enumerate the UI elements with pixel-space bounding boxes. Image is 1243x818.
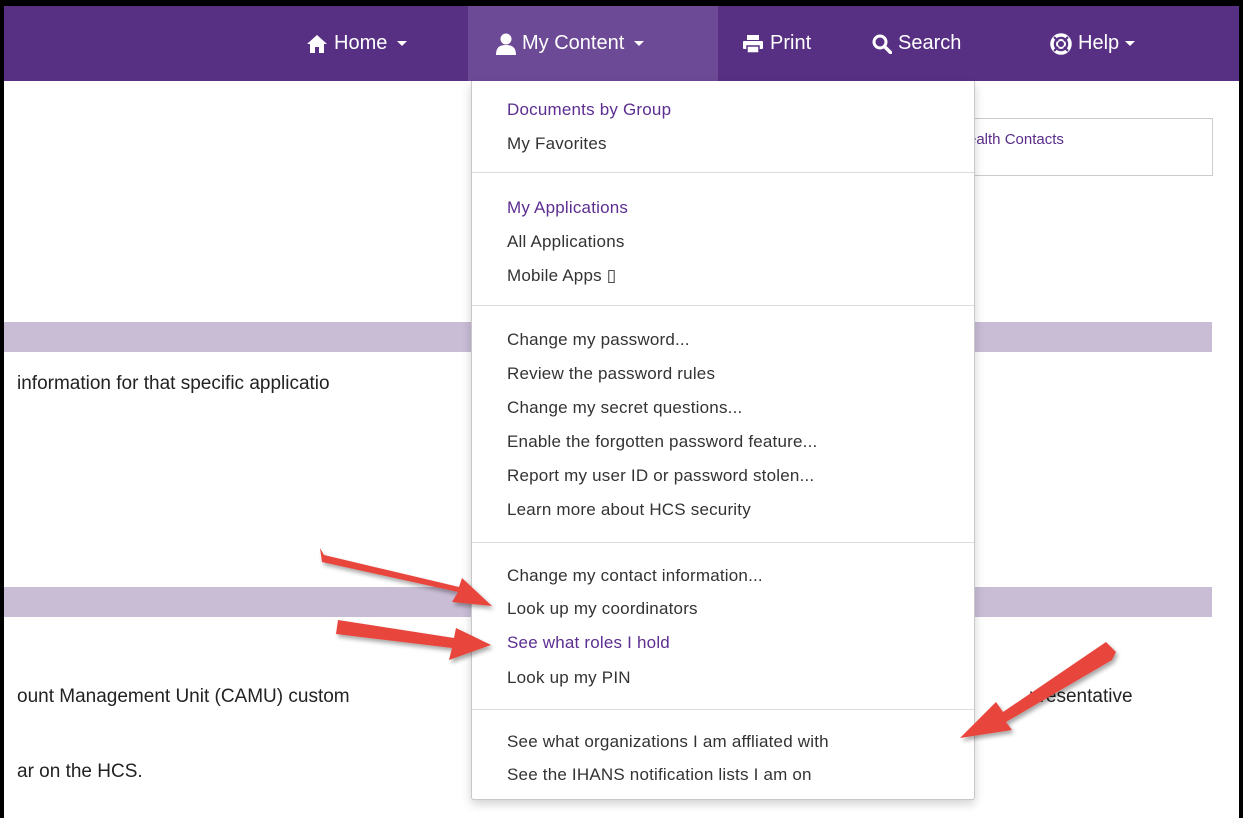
nav-print-label: Print — [770, 32, 812, 54]
menu-item-my-applications[interactable]: My Applications — [507, 198, 628, 218]
menu-item-change-password[interactable]: Change my password... — [507, 330, 690, 350]
user-icon — [496, 33, 516, 55]
menu-divider — [472, 709, 974, 710]
nav-print[interactable]: Print — [742, 6, 852, 81]
menu-item-my-favorites[interactable]: My Favorites — [507, 134, 607, 154]
menu-item-look-up-coordinators[interactable]: Look up my coordinators — [507, 599, 698, 619]
menu-item-enable-forgotten-password[interactable]: Enable the forgotten password feature... — [507, 432, 817, 452]
chevron-down-icon — [1125, 41, 1136, 46]
body-text-line-2: ount Management Unit (CAMU) custom — [17, 686, 350, 707]
menu-item-documents-by-group[interactable]: Documents by Group — [507, 100, 671, 120]
nav-my-content[interactable]: My Content — [468, 6, 718, 81]
menu-item-see-roles[interactable]: See what roles I hold — [507, 633, 670, 653]
menu-item-all-applications[interactable]: All Applications — [507, 232, 625, 252]
body-text-line-3: ar on the HCS. — [17, 761, 143, 782]
screenshot-frame-right — [1239, 0, 1243, 818]
menu-item-change-secret-questions[interactable]: Change my secret questions... — [507, 398, 742, 418]
menu-item-see-ihans-lists[interactable]: See the IHANS notification lists I am on — [507, 765, 812, 785]
contacts-link[interactable]: ealth Contacts — [968, 131, 1064, 148]
menu-item-see-organizations[interactable]: See what organizations I am affliated wi… — [507, 732, 829, 752]
nav-search-label: Search — [898, 32, 962, 54]
menu-item-review-password-rules[interactable]: Review the password rules — [507, 364, 715, 384]
nav-home[interactable]: Home — [306, 6, 456, 81]
menu-item-change-contact-info[interactable]: Change my contact information... — [507, 566, 763, 586]
menu-item-mobile-apps[interactable]: Mobile Apps ▯ — [507, 266, 616, 286]
nav-search[interactable]: Search — [872, 6, 1012, 81]
nav-help[interactable]: Help — [1050, 6, 1180, 81]
menu-divider — [472, 542, 974, 543]
nav-home-label: Home — [334, 32, 388, 54]
menu-item-report-stolen[interactable]: Report my user ID or password stolen... — [507, 466, 814, 486]
nav-my-content-label: My Content — [522, 32, 625, 54]
home-icon — [306, 34, 328, 54]
contacts-box: ealth Contacts — [940, 118, 1213, 176]
menu-divider — [472, 305, 974, 306]
my-content-dropdown: Documents by Group My Favorites My Appli… — [471, 81, 975, 800]
top-navbar: Home My Content Print Search Help — [4, 6, 1239, 81]
print-icon — [742, 34, 764, 54]
chevron-down-icon — [634, 41, 645, 46]
body-text-line-1: information for that specific applicatio — [17, 373, 330, 394]
menu-item-look-up-pin[interactable]: Look up my PIN — [507, 668, 631, 688]
lifebuoy-icon — [1050, 32, 1072, 55]
chevron-down-icon — [397, 41, 408, 46]
search-icon — [872, 34, 892, 54]
nav-help-label: Help — [1078, 32, 1120, 54]
menu-item-learn-hcs-security[interactable]: Learn more about HCS security — [507, 500, 751, 520]
menu-divider — [472, 172, 974, 173]
body-text-line-2-right: presentative — [1029, 686, 1133, 707]
